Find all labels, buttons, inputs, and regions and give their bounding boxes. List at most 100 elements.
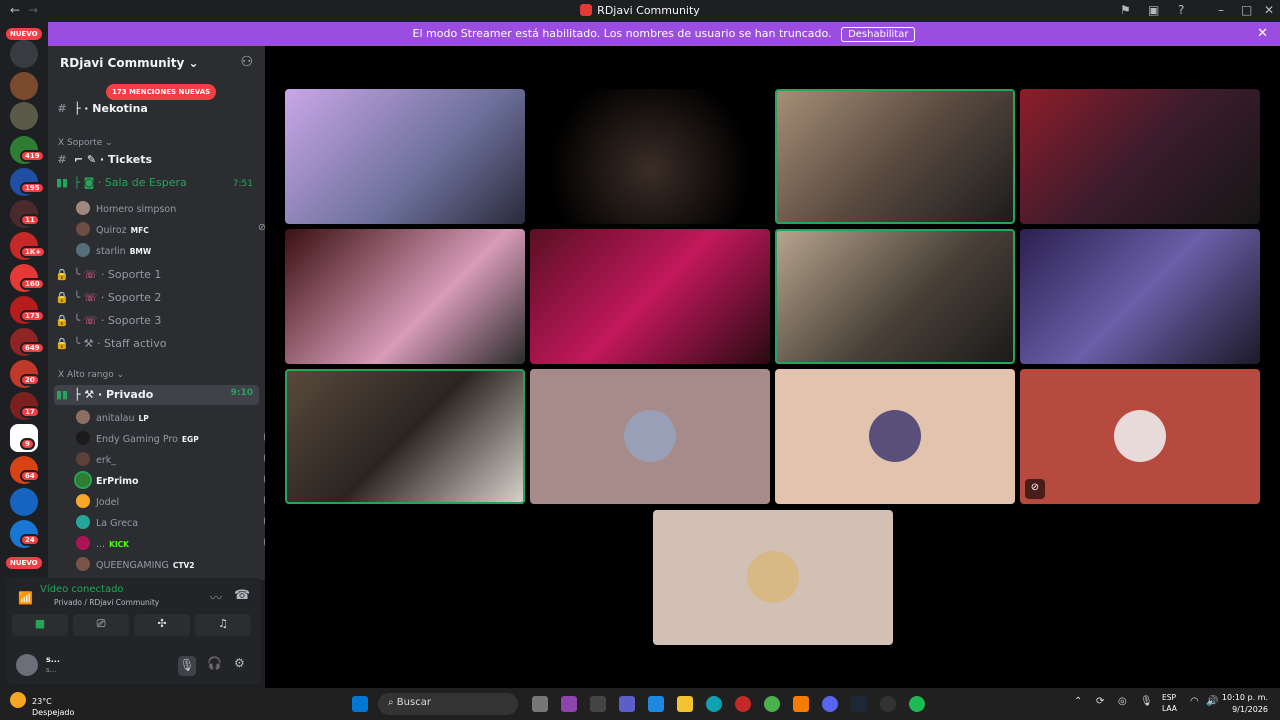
channel-staff[interactable]: 🔒 ╰ ⚒ · Staff activo <box>54 337 259 357</box>
video-tile[interactable] <box>530 229 770 364</box>
file-explorer-icon[interactable] <box>677 696 693 712</box>
flag-icon[interactable]: ⚑ <box>1120 3 1131 17</box>
avatar-tile[interactable] <box>530 369 770 504</box>
unread-badge: 160 <box>20 278 45 290</box>
user-name[interactable]: s... <box>46 655 60 664</box>
avatar-tile[interactable] <box>775 369 1015 504</box>
sync-icon[interactable]: ⟳ <box>1096 696 1104 707</box>
voice-user[interactable]: QUEENGAMING CTV2 <box>76 557 195 577</box>
channel-soporte-3[interactable]: 🔒 ╰ ☏ · Soporte 3 <box>54 314 259 334</box>
avatar-tile[interactable] <box>653 510 893 645</box>
video-tile[interactable] <box>1020 229 1260 364</box>
invite-people-icon[interactable]: ⚇ <box>240 54 253 70</box>
disconnect-icon[interactable]: ☎ <box>234 588 250 603</box>
app-icon[interactable] <box>793 696 809 712</box>
server-icon-3[interactable] <box>10 102 38 130</box>
spotify-icon[interactable] <box>909 696 925 712</box>
server-icon-1[interactable] <box>10 40 38 68</box>
user-avatar[interactable] <box>16 654 38 676</box>
voice-user[interactable]: ErPrimo <box>74 471 265 493</box>
opera-icon[interactable] <box>735 696 751 712</box>
new-mentions-pill[interactable]: 173 MENCIONES NUEVAS <box>106 84 217 100</box>
channel-soporte-1[interactable]: 🔒 ╰ ☏ · Soporte 1 <box>54 268 259 288</box>
screen-share-button[interactable]: ⎚ <box>73 614 129 636</box>
video-tile[interactable] <box>285 229 525 364</box>
language-indicator[interactable]: ESP LAA <box>1162 692 1177 714</box>
voice-user[interactable]: Homero simpson⊘ <box>76 201 265 221</box>
user-name: Homero simpson <box>96 204 177 215</box>
connection-status[interactable]: Vídeo conectado <box>40 584 124 595</box>
voice-channel-privado[interactable]: ▮▮ ├ ⚒ · Privado 9:10 <box>54 385 259 405</box>
phone-icon: ☏ <box>83 268 98 281</box>
voice-user[interactable]: Endy Gaming Pro EGP <box>76 431 265 451</box>
avatar-tile[interactable]: ⊘ <box>1020 369 1260 504</box>
maximize-icon[interactable]: □ <box>1241 3 1252 17</box>
search-box[interactable]: ⌕ Buscar <box>378 693 518 715</box>
voice-user[interactable]: Jodel <box>76 494 265 514</box>
phone-icon: ☏ <box>83 291 98 304</box>
camera-button[interactable]: ■ <box>12 614 68 636</box>
video-tile-speaking[interactable] <box>775 89 1015 224</box>
weather-widget[interactable]: 23°C Despejado <box>10 692 74 717</box>
taskbar: 23°C Despejado ⌕ Buscar ⌃ ⟳ ◎ 🎙 ESP LAA ◠… <box>0 688 1280 720</box>
edge-icon[interactable] <box>706 696 722 712</box>
channel-tickets[interactable]: # ⌐ ✎ · Tickets <box>54 153 259 173</box>
noise-suppression-icon[interactable]: 〰 <box>210 589 222 606</box>
lock-icon: 🔒 <box>55 291 69 304</box>
voice-user[interactable]: ... KICK <box>76 536 265 556</box>
category-soporte[interactable]: X Soporte ⌄ <box>58 138 113 148</box>
category-alto-rango[interactable]: X Alto rango ⌄ <box>58 370 124 380</box>
teams-icon[interactable] <box>619 696 635 712</box>
voice-channel-sala[interactable]: ▮▮ ├ ◙ · Sala de Espera 7:51 <box>54 176 259 196</box>
chrome-icon[interactable] <box>764 696 780 712</box>
disable-streamer-button[interactable]: Deshabilitar <box>841 27 916 42</box>
close-window-icon[interactable]: ✕ <box>1264 3 1274 17</box>
start-icon[interactable] <box>352 696 368 712</box>
video-tile-speaking[interactable] <box>775 229 1015 364</box>
chevron-up-icon[interactable]: ⌃ <box>1074 696 1082 707</box>
discord-icon[interactable] <box>822 696 838 712</box>
server-header[interactable]: RDjavi Community ⌄ ⚇ <box>48 46 265 78</box>
microphone-tray-icon[interactable]: 🎙 <box>1140 696 1153 707</box>
voice-user[interactable]: starlin BMW <box>76 243 151 263</box>
channel-nekotina[interactable]: # ├ · Nekotina <box>54 102 259 122</box>
voice-user[interactable]: QuirozMFC ⊘⊘ <box>76 222 265 242</box>
server-icon-15[interactable] <box>10 488 38 516</box>
app-icon[interactable] <box>590 696 606 712</box>
video-tile[interactable] <box>530 89 770 224</box>
store-icon[interactable] <box>648 696 664 712</box>
video-tile[interactable] <box>1020 89 1260 224</box>
video-tile-speaking[interactable] <box>285 369 525 504</box>
settings-gear-icon[interactable]: ⚙ <box>234 656 245 670</box>
hash-icon: # <box>57 102 67 115</box>
inbox-icon[interactable]: ▣ <box>1148 3 1159 17</box>
voice-user[interactable]: erk_ <box>76 452 265 472</box>
close-banner-icon[interactable]: ✕ <box>1257 26 1268 41</box>
voice-user[interactable]: La Greca <box>76 515 265 535</box>
headphones-icon[interactable]: 🎧 <box>207 656 222 670</box>
help-icon[interactable]: ? <box>1178 3 1184 17</box>
voice-user[interactable]: anitalau LP <box>76 410 149 430</box>
video-tile[interactable] <box>285 89 525 224</box>
soundboard-button[interactable]: ♫ <box>195 614 251 636</box>
copilot-icon[interactable] <box>561 696 577 712</box>
github-icon[interactable] <box>880 696 896 712</box>
minimize-icon[interactable]: – <box>1218 3 1224 17</box>
server-icon-2[interactable] <box>10 72 38 100</box>
server-name: RDjavi Community <box>60 56 185 70</box>
voice-timer: 7:51 <box>232 179 253 189</box>
user-tag: LP <box>138 414 149 423</box>
volume-icon[interactable]: 🔊 <box>1206 696 1218 707</box>
avatar <box>76 410 90 424</box>
channel-soporte-2[interactable]: 🔒 ╰ ☏ · Soporte 2 <box>54 291 259 311</box>
task-view-icon[interactable] <box>532 696 548 712</box>
connection-location[interactable]: Privado / RDjavi Community <box>54 598 159 607</box>
signal-icon[interactable]: 📶 <box>18 591 33 605</box>
user-status: s... <box>46 666 57 674</box>
activities-button[interactable]: ✣ <box>134 614 190 636</box>
wifi-icon[interactable]: ◠ <box>1190 696 1199 707</box>
location-icon[interactable]: ◎ <box>1118 696 1127 707</box>
clock[interactable]: 10:10 p. m. 9/1/2026 <box>1222 692 1268 716</box>
microphone-icon[interactable]: 🎙 <box>178 656 196 676</box>
steam-icon[interactable] <box>851 696 867 712</box>
